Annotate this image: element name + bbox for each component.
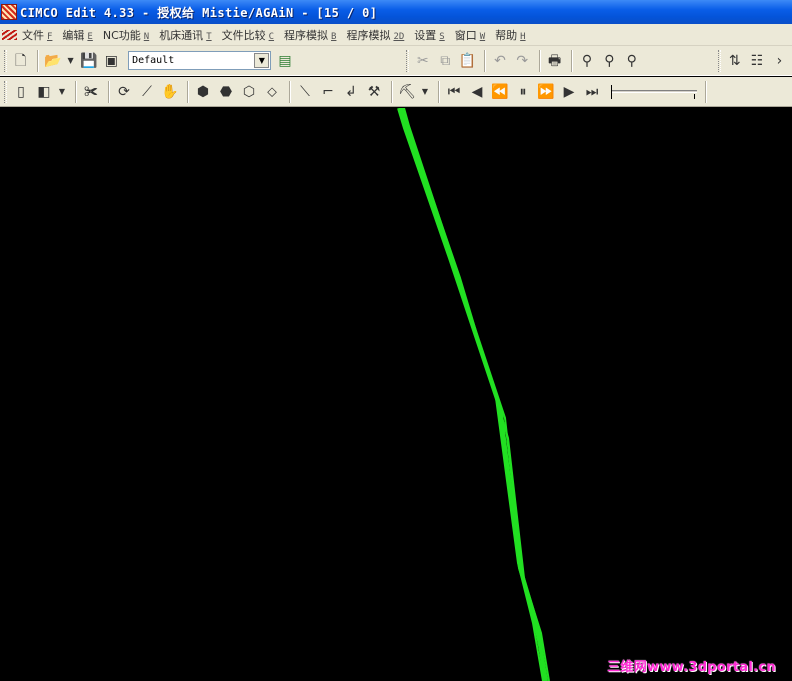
wire-view-icon[interactable]: ⬦ [262, 81, 282, 103]
new-file-icon[interactable]: 🗋 [11, 50, 30, 72]
backplot-toolbar: ▯ ◧ ▼ ✀ ⟳ ⟋ ✋ ⬢ ⬣ ⬡ ⬦ ⟍ ⌐ ↲ ⚒ ⛏ ▼ ⏮ ◀ ⏪ … [0, 77, 792, 107]
simulation-speed-slider[interactable] [611, 84, 697, 100]
menu-bar: 文件 F 编辑 E NC功能 N 机床通讯 T 文件比较 C 程序模拟 B 程序模拟 2D 设… [0, 24, 792, 46]
toolbar-separator [438, 80, 440, 103]
toolbar-separator [108, 80, 110, 103]
document-icon[interactable] [2, 28, 18, 42]
chevron-down-icon[interactable]: ▼ [57, 81, 67, 103]
undo-icon[interactable]: ↶ [490, 50, 509, 72]
menu-nc-functions[interactable]: NC功能 N [103, 27, 149, 43]
toolbar-separator [75, 80, 77, 103]
tool-path-icon[interactable]: ↲ [341, 81, 361, 103]
shaded-view-icon[interactable]: ⬣ [216, 81, 236, 103]
tool-setup-icon[interactable]: ⚒ [364, 81, 384, 103]
step-forward-icon[interactable]: ▶ [559, 81, 579, 103]
save-icon[interactable]: 💾 [79, 50, 98, 72]
menu-backplot-2d[interactable]: 程序模拟 2D [346, 27, 404, 43]
watermark: 三维网www.3dportal.cn [607, 660, 776, 675]
menu-window[interactable]: 窗口 W [455, 27, 485, 43]
toolbar-separator [37, 49, 40, 72]
slider-end-tick [694, 93, 695, 99]
step-back-icon[interactable]: ◀ [467, 81, 487, 103]
slider-thumb[interactable] [611, 84, 615, 99]
rewind-icon[interactable]: ⏪ [490, 81, 510, 103]
profile-select-value: Default [132, 55, 175, 66]
toolbar-separator [571, 49, 574, 72]
find-next-icon[interactable]: ⚲ [600, 50, 619, 72]
toolbar-separator [187, 80, 189, 103]
menu-help[interactable]: 帮助 H [495, 27, 525, 43]
toolbar-separator [538, 49, 541, 72]
tool-icon[interactable]: ⟍ [295, 81, 315, 103]
cut-icon[interactable]: ✂ [413, 50, 432, 72]
zoom-icon[interactable]: ⟋ [137, 81, 157, 103]
pan-hand-icon[interactable]: ✋ [160, 81, 180, 103]
nc-document-icon[interactable]: ▤ [275, 50, 294, 72]
slider-track [611, 89, 697, 93]
redo-icon[interactable]: ↷ [513, 50, 532, 72]
toolbar-separator [289, 80, 291, 103]
toolbar-grip[interactable] [4, 80, 7, 103]
copy-icon[interactable]: ⧉ [436, 50, 455, 72]
toolpath-canvas [397, 108, 550, 681]
fast-forward-icon[interactable]: ⏩ [536, 81, 556, 103]
go-to-start-icon[interactable]: ⏮ [444, 81, 464, 103]
menu-backplot[interactable]: 程序模拟 B [284, 27, 336, 43]
machine-icon[interactable]: ⛏ [397, 81, 417, 103]
window-title: CIMCO Edit 4.33 - 授权给 Mistie/AGAiN - [15… [20, 5, 378, 20]
toolbar-separator [484, 49, 487, 72]
solid-view-icon[interactable]: ⬢ [193, 81, 213, 103]
format-icon[interactable]: ☷ [747, 50, 766, 72]
backplot-viewport[interactable]: 三维网www.3dportal.cn [0, 108, 792, 681]
iso-view-icon[interactable]: ⬡ [239, 81, 259, 103]
menu-edit[interactable]: 编辑 E [62, 27, 92, 43]
profile-select[interactable]: Default ▼ [128, 51, 272, 70]
toolbar-separator [705, 80, 707, 103]
go-to-end-icon[interactable]: ⏭ [582, 81, 602, 103]
toolbar-grip[interactable] [4, 49, 7, 72]
find-icon[interactable]: ⚲ [577, 50, 596, 72]
paste-icon[interactable]: 📋 [458, 50, 477, 72]
menu-settings[interactable]: 设置 S [414, 27, 444, 43]
title-bar[interactable]: CIMCO Edit 4.33 - 授权给 Mistie/AGAiN - [15… [0, 0, 792, 24]
menu-file-compare[interactable]: 文件比较 C [222, 27, 274, 43]
toolbar-separator [391, 80, 393, 103]
open-folder-icon[interactable]: 📂 [43, 50, 62, 72]
chevron-down-icon[interactable]: ▼ [254, 53, 270, 68]
tool-holder-icon[interactable]: ⌐ [318, 81, 338, 103]
standard-toolbar: 🗋 📂 ▼ 💾 ▣ Default ▼ ▤ ✂ ⧉ 📋 ↶ ↷ 🖶 ⚲ ⚲ ⚲ … [0, 46, 792, 76]
replace-icon[interactable]: ⚲ [622, 50, 641, 72]
cut-tool-icon[interactable]: ✀ [81, 81, 101, 103]
page-icon[interactable]: ▯ [11, 81, 31, 103]
chevron-down-icon[interactable]: ▼ [66, 50, 76, 72]
rotate-icon[interactable]: ⟳ [114, 81, 134, 103]
toolpath [397, 108, 550, 681]
pause-icon[interactable]: ⏸ [513, 81, 533, 103]
display-mode-icon[interactable]: ◧ [34, 81, 54, 103]
renumber-icon[interactable]: ⇅ [725, 50, 744, 72]
toolpath-strand [397, 108, 547, 681]
toolpath-strand [403, 108, 544, 681]
more-icon[interactable]: › [770, 50, 789, 72]
toolbar-grip[interactable] [406, 49, 410, 72]
chevron-down-icon[interactable]: ▼ [420, 81, 430, 103]
toolpath-strand [402, 108, 547, 681]
toolbar-grip[interactable] [718, 49, 722, 72]
menu-file[interactable]: 文件 F [22, 27, 52, 43]
print-icon[interactable]: 🖶 [545, 50, 564, 72]
menu-transmission[interactable]: 机床通讯 T [159, 27, 211, 43]
save-all-icon[interactable]: ▣ [102, 50, 121, 72]
app-icon[interactable] [1, 4, 17, 20]
